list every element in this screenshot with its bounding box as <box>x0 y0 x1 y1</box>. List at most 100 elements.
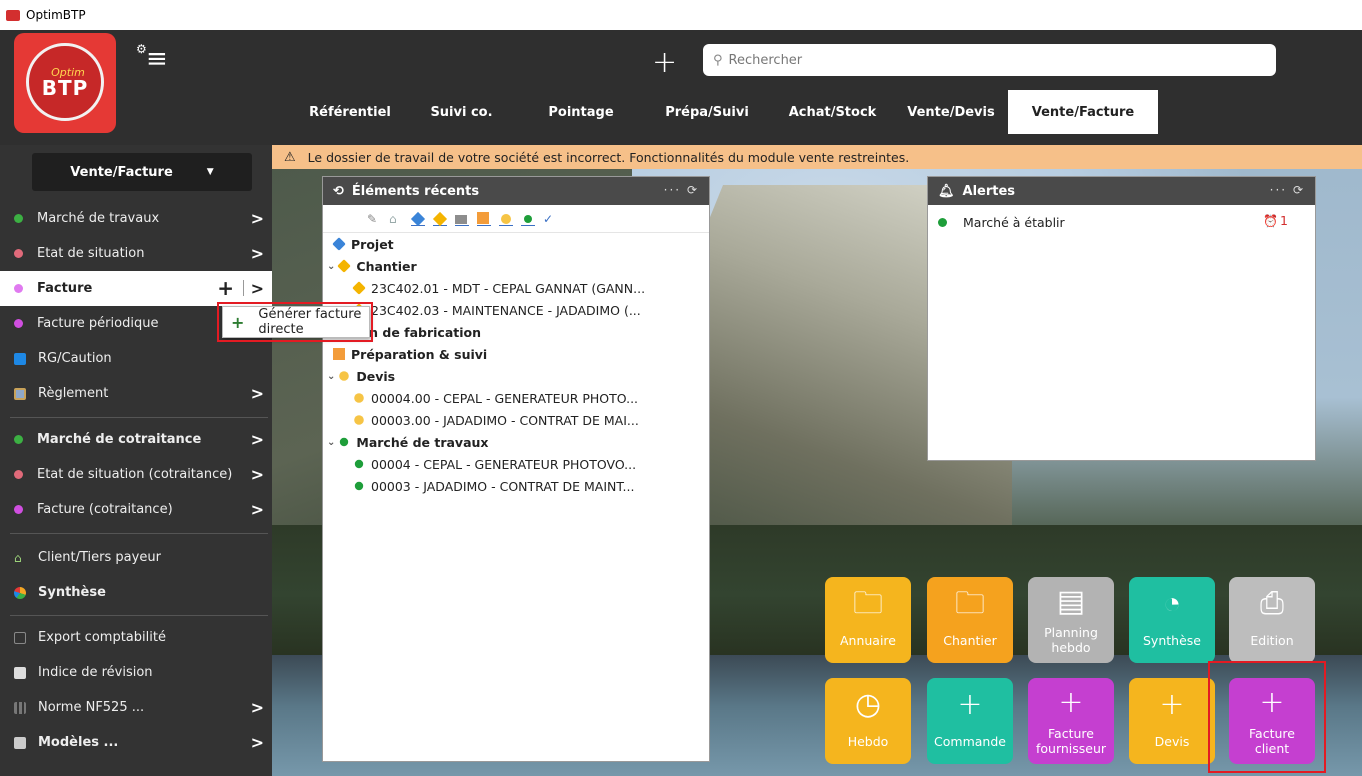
devis-filter-icon[interactable] <box>499 212 513 226</box>
expand-chevron-icon[interactable]: ⌄ <box>327 437 335 448</box>
tab-achat-stock[interactable]: Achat/Stock <box>771 90 894 134</box>
sidebar-item-label: Marché de cotraitance <box>37 432 202 447</box>
sidebar-item-synthese[interactable]: Synthèse <box>0 575 272 610</box>
violet-dot-icon <box>14 284 23 293</box>
sidebar-item-export-comptabilite[interactable]: Export comptabilité <box>0 620 272 655</box>
chevron-right-icon[interactable]: > <box>251 384 264 403</box>
tree-item-marche[interactable]: 00003 - JADADIMO - CONTRAT DE MAINT... <box>353 475 634 497</box>
tree-item-devis[interactable]: 00004.00 - CEPAL - GENERATEUR PHOTO... <box>353 387 638 409</box>
alert-count: 1 <box>1280 213 1288 228</box>
sidebar-item-etat-de-situation-cotraitance[interactable]: Etat de situation (cotraitance) > <box>0 457 272 492</box>
tree-item-chantier[interactable]: 23C402.03 - MAINTENANCE - JADADIMO (... <box>352 299 641 321</box>
tile-label: Hebdo <box>847 734 889 749</box>
tile-label: Chantier <box>943 633 997 648</box>
tree-item-marche[interactable]: 00004 - CEPAL - GENERATEUR PHOTOVO... <box>353 453 636 475</box>
sidebar-item-label: Facture (cotraitance) <box>37 502 173 517</box>
payment-grid-icon <box>14 387 26 400</box>
green-dot-icon <box>938 217 947 227</box>
sidebar-item-rg-caution[interactable]: RG/Caution <box>0 341 272 376</box>
tree-group-projet[interactable]: Projet <box>332 233 394 255</box>
tile-edition[interactable]: ⎙ Edition <box>1229 577 1315 663</box>
sidebar-item-modeles[interactable]: Modèles ... > <box>0 725 272 760</box>
prep-filter-icon[interactable] <box>477 211 491 226</box>
alert-item[interactable]: Marché à établir ⏰ 1 <box>938 213 1288 231</box>
recent-elements-title: Éléments récents <box>351 183 480 199</box>
sidebar-item-marche-de-cotraitance[interactable]: Marché de cotraitance > <box>0 422 272 457</box>
chantier-filter-icon[interactable] <box>432 211 448 226</box>
export-book-icon <box>14 631 26 644</box>
calculator-icon <box>14 666 26 679</box>
chevron-right-icon[interactable]: > <box>251 500 264 519</box>
tile-annuaire[interactable]: 🗀 Annuaire <box>825 577 911 663</box>
warning-text: Le dossier de travail de votre société e… <box>307 149 910 165</box>
sidebar-item-norme-nf525[interactable]: Norme NF525 ... > <box>0 690 272 725</box>
chevron-right-icon[interactable]: > <box>251 733 264 752</box>
panel-actions[interactable]: ··· ⟳ <box>1270 183 1305 197</box>
tile-facture-fournisseur[interactable]: + Facture fournisseur <box>1028 678 1114 764</box>
tile-commande[interactable]: + Commande <box>927 678 1013 764</box>
sidebar-divider <box>10 533 268 534</box>
divider <box>243 280 244 296</box>
search-input[interactable]: ⚲ Rechercher <box>703 44 1276 76</box>
create-plus-icon[interactable]: + <box>652 48 677 78</box>
tile-chantier[interactable]: 🗀 Chantier <box>927 577 1013 663</box>
tree-group-marche-de-travaux[interactable]: ⌄ Marché de travaux <box>327 431 488 453</box>
expand-chevron-icon[interactable]: ⌄ <box>327 261 335 272</box>
tile-label: Commande <box>934 734 1006 749</box>
optimbtp-logo[interactable]: Optim BTP <box>14 33 116 133</box>
tree-group-preparation-suivi[interactable]: Préparation & suivi <box>333 343 487 365</box>
edit-list-icon[interactable]: ✓ <box>543 212 557 226</box>
tile-planning-hebdo[interactable]: ▤ Planning hebdo <box>1028 577 1114 663</box>
chevron-right-icon[interactable]: > <box>251 244 264 263</box>
factory-filter-icon[interactable] <box>455 212 469 226</box>
tab-pointage[interactable]: Pointage <box>519 90 643 134</box>
caret-down-icon: ▼ <box>206 167 214 177</box>
sidebar-item-etat-de-situation[interactable]: Etat de situation > <box>0 236 272 271</box>
sidebar-item-facture-cotraitance[interactable]: Facture (cotraitance) > <box>0 492 272 527</box>
marche-filter-icon[interactable] <box>521 212 535 226</box>
tree-item-chantier[interactable]: 23C402.01 - MDT - CEPAL GANNAT (GANN... <box>352 277 645 299</box>
recent-filter-toolbar: ✎ ⌂ ✓ <box>323 205 709 233</box>
sidebar-item-label: Export comptabilité <box>38 630 166 645</box>
sidebar-item-client-tiers-payeur[interactable]: ⌂ Client/Tiers payeur <box>0 540 272 575</box>
chevron-right-icon[interactable]: > <box>251 209 264 228</box>
hamburger-icon: ≡ <box>146 44 168 74</box>
recent-elements-header: ⟲ Éléments récents ··· ⟳ <box>323 177 709 205</box>
tab-prepa-suivi[interactable]: Prépa/Suivi <box>643 90 771 134</box>
chevron-right-icon[interactable]: > <box>251 279 264 298</box>
pink-dot-icon <box>14 470 23 479</box>
tile-label: Synthèse <box>1143 633 1201 648</box>
main-dashboard: ⚠ Le dossier de travail de votre société… <box>272 145 1362 776</box>
sidebar-item-facture[interactable]: Facture + > <box>0 271 272 306</box>
chevron-right-icon[interactable]: > <box>251 430 264 449</box>
client-icon[interactable]: ⌂ <box>389 212 403 226</box>
tile-hebdo[interactable]: ◷ Hebdo <box>825 678 911 764</box>
tab-referentiel[interactable]: Référentiel <box>296 90 404 134</box>
sidebar-item-indice-de-revision[interactable]: Indice de révision <box>0 655 272 690</box>
chevron-right-icon[interactable]: > <box>251 465 264 484</box>
expand-chevron-icon[interactable]: ⌄ <box>327 371 335 382</box>
violet-dot-icon <box>14 505 23 514</box>
green-dot-icon <box>14 214 23 223</box>
history-icon: ⟲ <box>333 183 344 199</box>
panel-actions[interactable]: ··· ⟳ <box>664 183 699 197</box>
tree-item-devis[interactable]: 00003.00 - JADADIMO - CONTRAT DE MAI... <box>353 409 639 431</box>
chevron-right-icon[interactable]: > <box>251 698 264 717</box>
more-icon[interactable]: ··· <box>1270 183 1287 197</box>
tile-devis[interactable]: + Devis <box>1129 678 1215 764</box>
chantier-icon <box>352 281 366 295</box>
tree-group-devis[interactable]: ⌄ Devis <box>327 365 395 387</box>
tab-suivi-co[interactable]: Suivi co. <box>404 90 519 134</box>
tile-synthese[interactable]: ◔ Synthèse <box>1129 577 1215 663</box>
pie-chart-icon: ◔ <box>1162 586 1182 621</box>
sidebar-item-marche-de-travaux[interactable]: Marché de travaux > <box>0 201 272 236</box>
tab-vente-facture[interactable]: Vente/Facture <box>1008 90 1158 134</box>
module-dropdown[interactable]: Vente/Facture ▼ <box>32 153 252 191</box>
tab-vente-devis[interactable]: Vente/Devis <box>894 90 1008 134</box>
more-icon[interactable]: ··· <box>664 183 681 197</box>
pin-icon[interactable]: ✎ <box>367 212 381 226</box>
add-facture-plus-icon[interactable]: + <box>217 276 234 300</box>
sidebar-item-reglement[interactable]: Règlement > <box>0 376 272 411</box>
project-filter-icon[interactable] <box>410 211 426 226</box>
tree-group-chantier[interactable]: ⌄ Chantier <box>327 255 417 277</box>
